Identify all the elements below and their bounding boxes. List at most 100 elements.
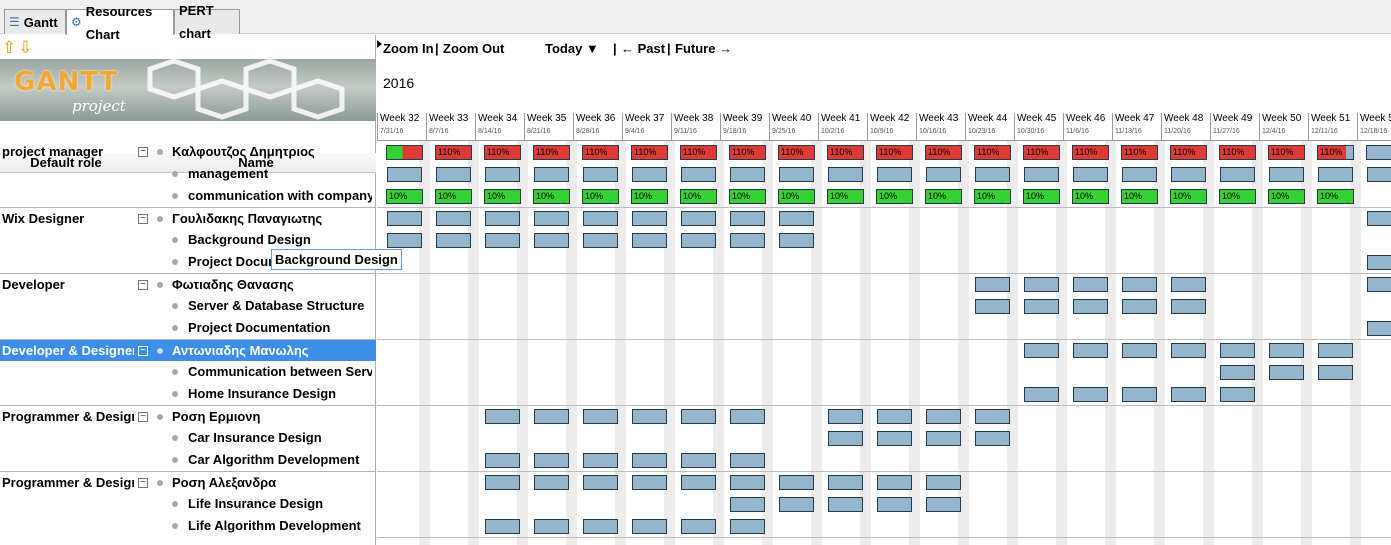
task-row[interactable]: Car Algorithm Development [0,449,376,471]
resource-row[interactable]: Programmer & Designer− Ροση Ερμιονη [0,405,376,427]
load-bar[interactable]: 10% [435,189,472,204]
assignment-bar[interactable] [534,475,569,490]
assignment-bar[interactable] [730,233,765,248]
assignment-bar[interactable] [877,475,912,490]
today-button[interactable]: Today ▼ [545,41,599,56]
load-bar[interactable]: 10% [1121,189,1158,204]
assignment-bar[interactable] [1024,387,1059,402]
assignment-bar[interactable] [387,233,422,248]
overload-bar[interactable]: 110% [925,145,962,160]
assignment-bar[interactable] [1269,343,1304,358]
assignment-bar[interactable] [1171,299,1206,314]
move-down-icon[interactable]: ⇩ [18,38,34,57]
assignment-bar[interactable] [1220,343,1255,358]
assignment-bar[interactable] [1073,167,1108,182]
assignment-bar[interactable] [534,519,569,534]
load-bar[interactable]: 10% [1219,189,1256,204]
overload-bar[interactable]: 110% [876,145,913,160]
tab-resources-chart[interactable]: ⚙ Resources Chart [66,4,174,42]
task-row[interactable]: Communication between Server an... [0,361,376,383]
assignment-bar[interactable] [1171,387,1206,402]
move-up-icon[interactable]: ⇧ [2,38,18,57]
overload-bar[interactable]: 110% [1023,145,1060,160]
assignment-bar[interactable] [1318,343,1353,358]
assignment-bar[interactable] [681,233,716,248]
assignment-bar[interactable] [1220,167,1255,182]
assignment-bar[interactable] [1220,365,1255,380]
load-bar[interactable]: 10% [925,189,962,204]
assignment-bar[interactable] [730,453,765,468]
assignment-bar[interactable] [730,497,765,512]
task-row[interactable]: Life Algorithm Development [0,515,376,537]
assignment-bar[interactable] [730,211,765,226]
future-button[interactable]: Future → [675,41,732,56]
load-bar[interactable]: 10% [582,189,619,204]
assignment-bar[interactable] [975,409,1010,424]
overload-bar[interactable]: 110% [974,145,1011,160]
assignment-bar[interactable] [1073,387,1108,402]
overload-bar[interactable] [386,145,423,160]
overload-bar[interactable]: 110% [1268,145,1305,160]
assignment-bar[interactable] [828,475,863,490]
assignment-bar[interactable] [681,475,716,490]
load-bar[interactable]: 10% [876,189,913,204]
assignment-bar[interactable] [779,233,814,248]
resource-row[interactable]: Wix Designer − Γουλιδακης Παναγιωτης [0,207,376,229]
assignment-bar[interactable] [583,233,618,248]
assignment-bar[interactable] [681,211,716,226]
overload-bar[interactable]: 110% [1170,145,1207,160]
assignment-bar[interactable] [583,453,618,468]
overload-bar[interactable]: 110% [435,145,472,160]
assignment-bar[interactable] [632,475,667,490]
task-row[interactable]: management [0,163,376,185]
assignment-bar[interactable] [975,277,1010,292]
overload-bar[interactable]: 110% [582,145,619,160]
assignment-bar[interactable] [1073,299,1108,314]
assignment-bar[interactable] [1367,167,1391,182]
assignment-bar[interactable] [1073,277,1108,292]
load-bar[interactable]: 10% [1072,189,1109,204]
assignment-bar[interactable] [926,431,961,446]
load-bar[interactable]: 10% [729,189,766,204]
load-bar[interactable]: 10% [631,189,668,204]
assignment-bar[interactable] [779,497,814,512]
assignment-bar[interactable] [877,167,912,182]
assignment-bar[interactable] [779,167,814,182]
assignment-bar[interactable] [583,475,618,490]
task-row[interactable]: Home Insurance Design [0,383,376,405]
load-bar[interactable]: 10% [484,189,521,204]
assignment-bar[interactable] [1171,277,1206,292]
assignment-bar[interactable] [1367,211,1391,226]
assignment-bar[interactable] [583,211,618,226]
assignment-bar[interactable] [485,233,520,248]
assignment-bar[interactable] [485,453,520,468]
overload-bar[interactable]: 110% [1121,145,1158,160]
assignment-bar[interactable] [926,409,961,424]
load-bar[interactable]: 10% [533,189,570,204]
assignment-bar[interactable] [1122,167,1157,182]
overload-bar[interactable]: 110% [729,145,766,160]
resource-row[interactable]: Developer & Designer − Αντωνιαδης Μανωλης [0,339,376,361]
assignment-bar[interactable] [1318,365,1353,380]
resource-row[interactable]: Developer − Φωτιαδης Θανασης [0,273,376,295]
zoom-out-button[interactable]: Zoom Out [443,41,504,56]
assignment-bar[interactable] [436,211,471,226]
assignment-bar[interactable] [632,233,667,248]
assignment-bar[interactable] [632,167,667,182]
assignment-bar[interactable] [583,167,618,182]
assignment-bar[interactable] [1318,167,1353,182]
overload-bar[interactable]: 110% [533,145,570,160]
assignment-bar[interactable] [1122,277,1157,292]
load-bar[interactable]: 10% [1170,189,1207,204]
assignment-bar[interactable] [632,519,667,534]
assignment-bar[interactable] [1073,343,1108,358]
assignment-bar[interactable] [975,299,1010,314]
assignment-bar[interactable] [1171,167,1206,182]
collapse-toggle-icon[interactable]: − [138,478,148,488]
assignment-bar[interactable] [877,431,912,446]
assignment-bar[interactable] [828,497,863,512]
assignment-bar[interactable] [387,167,422,182]
assignment-bar[interactable] [975,431,1010,446]
collapse-toggle-icon[interactable]: − [138,214,148,224]
overload-bar[interactable]: 110% [1072,145,1109,160]
